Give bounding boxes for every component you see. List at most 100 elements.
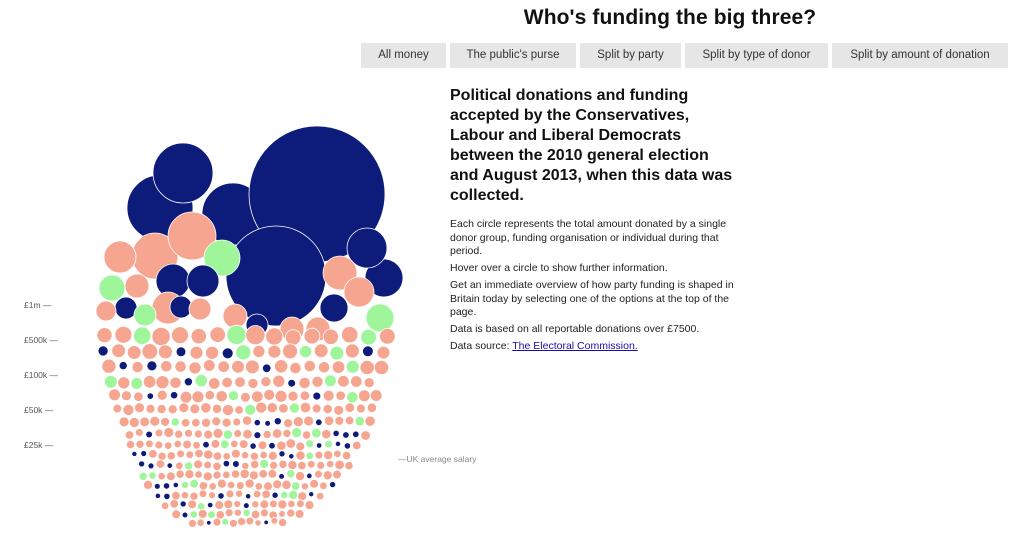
donor-bubble[interactable]	[170, 391, 179, 400]
donor-bubble[interactable]	[230, 448, 241, 459]
donor-bubble[interactable]	[287, 499, 296, 508]
donor-bubble[interactable]	[344, 461, 354, 471]
donor-bubble[interactable]	[189, 345, 204, 360]
donor-bubble[interactable]	[245, 325, 266, 346]
donor-bubble[interactable]	[166, 471, 176, 482]
donor-bubble[interactable]	[111, 343, 126, 359]
donor-bubble[interactable]	[331, 360, 346, 374]
donor-bubble[interactable]	[140, 450, 148, 457]
donor-bubble[interactable]	[335, 390, 346, 401]
donor-bubble[interactable]	[198, 489, 208, 499]
donor-bubble[interactable]	[287, 390, 299, 402]
donor-bubble[interactable]	[154, 492, 161, 499]
donor-bubble[interactable]	[266, 402, 278, 414]
donor-bubble[interactable]	[376, 345, 391, 360]
donor-bubble[interactable]	[207, 377, 221, 390]
donor-bubble[interactable]	[291, 427, 303, 438]
donor-bubble[interactable]	[243, 502, 250, 509]
donor-bubble[interactable]	[184, 461, 194, 471]
donor-bubble[interactable]	[176, 449, 185, 459]
donor-bubble[interactable]	[323, 450, 334, 461]
donor-bubble[interactable]	[305, 451, 314, 460]
donor-bubble[interactable]	[329, 481, 337, 489]
donor-bubble[interactable]	[323, 415, 335, 427]
donor-bubble[interactable]	[332, 469, 342, 480]
donor-bubble[interactable]	[179, 500, 187, 508]
donor-bubble[interactable]	[267, 450, 278, 461]
donor-bubble[interactable]	[145, 403, 156, 414]
donor-bubble[interactable]	[194, 374, 208, 388]
donor-bubble[interactable]	[251, 390, 264, 403]
donor-bubble[interactable]	[98, 274, 126, 302]
donor-bubble[interactable]	[166, 462, 173, 469]
donor-bubble[interactable]	[366, 402, 378, 414]
donor-bubble[interactable]	[299, 390, 311, 401]
donor-bubble[interactable]	[278, 510, 286, 518]
donor-bubble[interactable]	[124, 273, 150, 299]
donor-bubble[interactable]	[122, 403, 135, 416]
donor-bubble[interactable]	[257, 440, 268, 451]
donor-bubble[interactable]	[151, 326, 171, 347]
donor-bubble[interactable]	[162, 482, 171, 490]
donor-bubble[interactable]	[197, 502, 206, 511]
donor-bubble[interactable]	[147, 462, 155, 470]
donor-bubble[interactable]	[188, 297, 212, 321]
donor-bubble[interactable]	[139, 416, 150, 428]
donor-bubble[interactable]	[212, 451, 223, 461]
donor-bubble[interactable]	[329, 345, 345, 361]
donor-bubble[interactable]	[341, 326, 359, 344]
donor-bubble[interactable]	[193, 429, 203, 439]
donor-bubble[interactable]	[306, 459, 316, 469]
donor-bubble[interactable]	[300, 482, 309, 491]
donor-bubble[interactable]	[322, 389, 335, 402]
donor-bubble[interactable]	[174, 429, 184, 439]
donor-bubble[interactable]	[264, 420, 271, 427]
data-source-link[interactable]: The Electoral Commission.	[512, 340, 637, 352]
donor-bubble[interactable]	[309, 478, 319, 489]
donor-bubble[interactable]	[201, 417, 212, 428]
donor-bubble[interactable]	[157, 451, 167, 461]
donor-bubble[interactable]	[180, 480, 189, 489]
donor-bubble[interactable]	[297, 491, 308, 502]
donor-bubble[interactable]	[278, 459, 288, 469]
donor-bubble[interactable]	[146, 360, 158, 372]
donor-bubble[interactable]	[182, 439, 192, 450]
donor-bubble[interactable]	[157, 472, 166, 481]
donor-bubble[interactable]	[222, 303, 248, 329]
donor-bubble[interactable]	[233, 508, 242, 517]
donor-bubble[interactable]	[131, 450, 138, 457]
donor-bubble[interactable]	[240, 391, 251, 403]
donor-bubble[interactable]	[189, 479, 199, 489]
donor-bubble[interactable]	[306, 472, 313, 480]
donor-bubble[interactable]	[313, 343, 329, 359]
donor-bubble[interactable]	[232, 417, 242, 427]
donor-bubble[interactable]	[189, 510, 198, 519]
donor-bubble[interactable]	[134, 428, 144, 437]
donor-bubble[interactable]	[190, 328, 207, 345]
donor-bubble[interactable]	[244, 478, 255, 489]
donor-bubble[interactable]	[254, 519, 262, 527]
donor-bubble[interactable]	[316, 491, 325, 501]
donor-bubble[interactable]	[291, 481, 301, 491]
donor-bubble[interactable]	[260, 376, 272, 388]
donor-bubble[interactable]	[319, 293, 349, 323]
donor-bubble[interactable]	[299, 401, 312, 414]
donor-bubble[interactable]	[324, 374, 337, 388]
donor-bubble[interactable]	[277, 499, 288, 510]
donor-bubble[interactable]	[217, 360, 230, 373]
donor-bubble[interactable]	[189, 403, 201, 415]
donor-bubble[interactable]	[167, 404, 178, 415]
donor-bubble[interactable]	[101, 358, 117, 374]
donor-bubble[interactable]	[261, 489, 271, 500]
donor-bubble[interactable]	[295, 471, 306, 482]
donor-bubble[interactable]	[175, 346, 187, 358]
donor-bubble[interactable]	[146, 392, 154, 400]
donor-bubble[interactable]	[277, 517, 288, 528]
donor-bubble[interactable]	[215, 390, 228, 403]
donor-bubble[interactable]	[103, 240, 137, 274]
donor-bubble[interactable]	[231, 359, 245, 374]
donor-bubble[interactable]	[303, 415, 315, 427]
donor-bubble[interactable]	[352, 430, 360, 438]
donor-bubble[interactable]	[118, 361, 128, 371]
donor-bubble[interactable]	[155, 459, 166, 469]
